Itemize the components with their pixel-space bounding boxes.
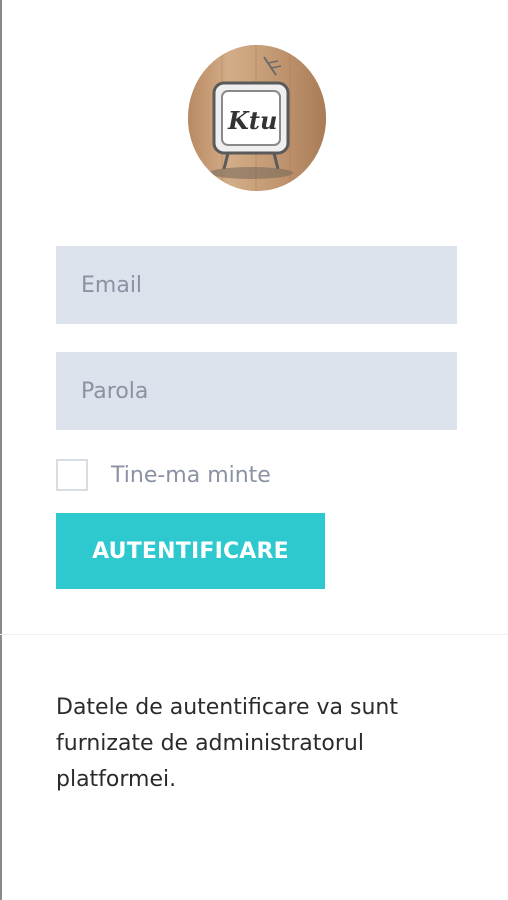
logo: Ktu [188,45,326,191]
password-field[interactable] [56,352,457,430]
retro-tv-logo-icon: Ktu [188,45,326,191]
login-button[interactable]: AUTENTIFICARE [56,513,325,589]
svg-text:Ktu: Ktu [227,106,277,135]
window-left-edge [0,0,2,900]
divider [0,634,508,635]
email-field[interactable] [56,246,457,324]
login-info-text: Datele de autentificare va sunt furnizat… [56,695,398,792]
remember-me-checkbox[interactable] [56,459,88,491]
remember-me-row[interactable]: Tine-ma minte [56,458,271,492]
remember-me-label[interactable]: Tine-ma minte [111,463,271,488]
